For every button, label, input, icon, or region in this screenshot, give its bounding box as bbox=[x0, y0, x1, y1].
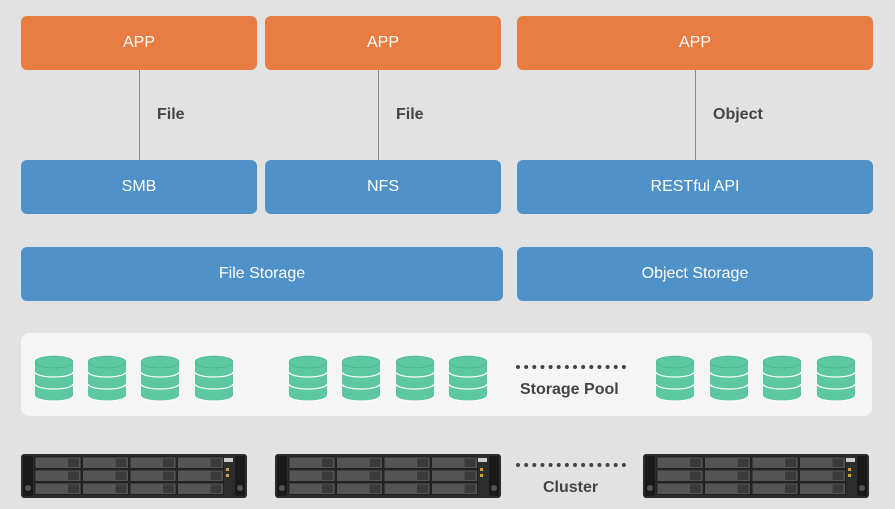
protocol-label: RESTful API bbox=[650, 178, 740, 195]
cluster-label: Cluster bbox=[543, 479, 599, 496]
storage-label: File Storage bbox=[218, 265, 306, 282]
edge-label-file-1: File bbox=[157, 106, 185, 123]
storage-label: Object Storage bbox=[641, 265, 749, 282]
connector-line-2 bbox=[378, 70, 379, 160]
database-disk-icon bbox=[195, 355, 233, 402]
connector-line-1 bbox=[139, 70, 140, 160]
edge-label-file-2: File bbox=[396, 106, 424, 123]
app-box-2: APP bbox=[265, 16, 501, 70]
app-label: APP bbox=[366, 34, 399, 51]
app-label: APP bbox=[678, 34, 711, 51]
database-disk-icon bbox=[342, 355, 380, 402]
database-disk-icon bbox=[817, 355, 855, 402]
database-disk-icon bbox=[88, 355, 126, 402]
connector-line-3 bbox=[695, 70, 696, 160]
cluster-ellipsis bbox=[516, 463, 626, 471]
database-disk-icon bbox=[396, 355, 434, 402]
database-disk-icon bbox=[289, 355, 327, 402]
pool-ellipsis bbox=[516, 365, 626, 373]
app-box-1: APP bbox=[21, 16, 257, 70]
app-box-3: APP bbox=[517, 16, 873, 70]
protocol-box-nfs: NFS bbox=[265, 160, 501, 214]
database-disk-icon bbox=[656, 355, 694, 402]
protocol-box-restful-api: RESTful API bbox=[517, 160, 873, 214]
file-storage-box: File Storage bbox=[21, 247, 503, 301]
rack-server-icon bbox=[21, 454, 247, 498]
protocol-label: SMB bbox=[121, 178, 157, 195]
rack-server-icon bbox=[275, 454, 501, 498]
edge-label-object: Object bbox=[713, 106, 763, 123]
rack-server-icon bbox=[643, 454, 869, 498]
database-disk-icon bbox=[763, 355, 801, 402]
storage-pool-label: Storage Pool bbox=[520, 381, 619, 398]
database-disk-icon bbox=[710, 355, 748, 402]
database-disk-icon bbox=[449, 355, 487, 402]
object-storage-box: Object Storage bbox=[517, 247, 873, 301]
database-disk-icon bbox=[35, 355, 73, 402]
app-label: APP bbox=[122, 34, 155, 51]
protocol-box-smb: SMB bbox=[21, 160, 257, 214]
database-disk-icon bbox=[141, 355, 179, 402]
protocol-label: NFS bbox=[367, 178, 399, 195]
